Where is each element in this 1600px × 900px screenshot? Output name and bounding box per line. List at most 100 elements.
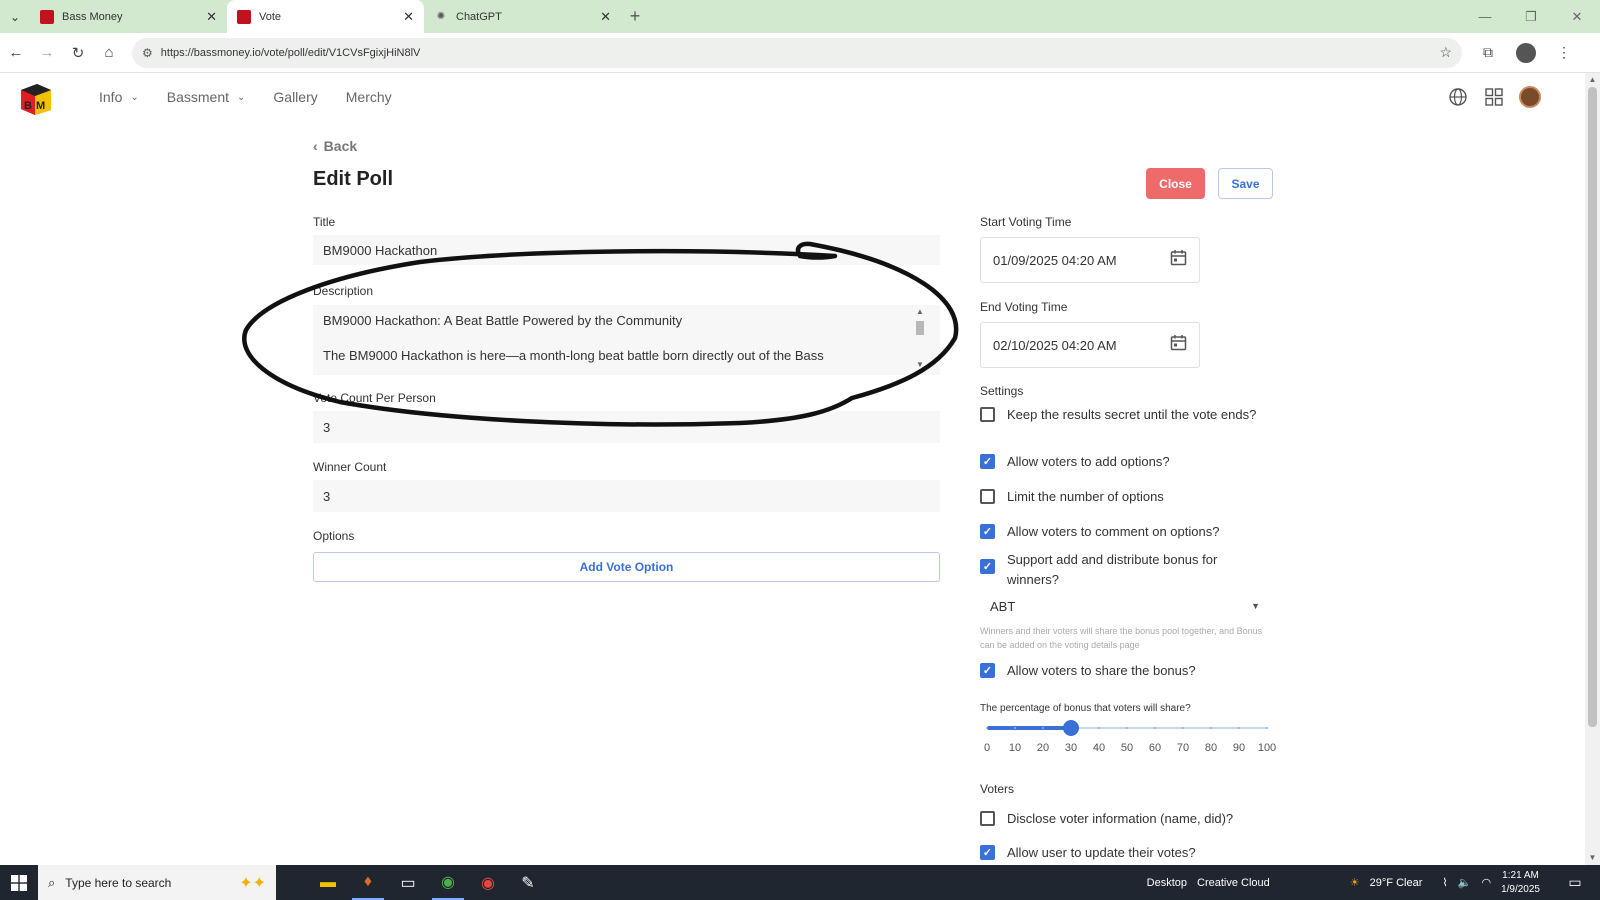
page-scrollbar[interactable]: ▲ ▼	[1585, 73, 1600, 865]
tab-vote[interactable]: Vote ✕	[227, 0, 424, 33]
setting-allow-comments[interactable]: ✓ Allow voters to comment on options?	[980, 522, 1270, 542]
checkbox[interactable]	[980, 489, 995, 504]
setting-bonus-winners[interactable]: ✓ Support add and distribute bonus for w…	[980, 550, 1270, 590]
back-link[interactable]: ‹ Back	[313, 138, 357, 154]
nav-gallery[interactable]: Gallery	[273, 89, 317, 105]
bass-money-favicon	[40, 9, 54, 24]
tab-list-button[interactable]: ⌄	[0, 0, 30, 33]
profile-avatar[interactable]	[1512, 39, 1540, 67]
nav-bassment[interactable]: Bassment ⌄	[167, 89, 246, 105]
nav-info[interactable]: Info ⌄	[99, 89, 139, 105]
close-icon[interactable]: ✕	[403, 9, 414, 25]
main-nav: Info ⌄ Bassment ⌄ Gallery Merchy	[99, 89, 420, 105]
network-icon[interactable]: ⌇	[1442, 876, 1447, 889]
vote-count-input[interactable]: 3	[313, 411, 940, 443]
site-header: B M Info ⌄ Bassment ⌄ Gallery Merchy	[0, 73, 1585, 125]
scroll-up-icon[interactable]: ▲	[1585, 73, 1600, 87]
chrome-icon[interactable]: ◉	[432, 865, 464, 900]
scrollbar-thumb[interactable]	[1588, 87, 1597, 727]
reload-icon[interactable]: ↻	[63, 38, 93, 68]
scroll-down-icon[interactable]: ▼	[916, 360, 924, 369]
globe-icon[interactable]	[1447, 86, 1469, 108]
slider-fill	[987, 726, 1071, 730]
app-icon[interactable]: ♦	[352, 865, 384, 900]
checkbox[interactable]: ✓	[980, 559, 995, 574]
slider-tick-mark	[1098, 727, 1100, 729]
checkbox[interactable]	[980, 811, 995, 826]
scroll-up-icon[interactable]: ▲	[916, 307, 924, 316]
checkbox[interactable]: ✓	[980, 454, 995, 469]
address-bar[interactable]: ⚙ https://bassmoney.io/vote/poll/edit/V1…	[132, 37, 1462, 68]
calendar-icon[interactable]	[1170, 334, 1187, 356]
checkbox[interactable]: ✓	[980, 663, 995, 678]
settings-label: Settings	[980, 384, 1024, 398]
description-scrollbar[interactable]: ▲ ▼	[913, 307, 927, 369]
tab-bass-money[interactable]: Bass Money ✕	[30, 0, 227, 33]
tab-chatgpt[interactable]: ✺ ChatGPT ✕	[424, 0, 621, 33]
volume-icon[interactable]: 🔈	[1458, 876, 1472, 889]
bonus-token-select[interactable]: ABT ▼	[980, 594, 1270, 618]
checkbox[interactable]: ✓	[980, 524, 995, 539]
setting-limit-options[interactable]: Limit the number of options	[980, 487, 1270, 507]
bass-money-logo[interactable]: B M	[19, 82, 53, 116]
slider-tick-label: 90	[1232, 742, 1246, 754]
clock[interactable]: 1:21 AM 1/9/2025	[1501, 869, 1540, 897]
setting-share-bonus[interactable]: ✓ Allow voters to share the bonus?	[980, 661, 1270, 681]
menu-icon[interactable]: ⋮	[1550, 39, 1578, 67]
add-vote-option-button[interactable]: Add Vote Option	[313, 552, 940, 582]
title-input[interactable]: BM9000 Hackathon	[313, 235, 940, 265]
slider-tick-label: 0	[983, 742, 991, 754]
close-icon[interactable]: ✕	[600, 9, 611, 25]
windows-start-icon[interactable]	[0, 865, 38, 900]
chrome-icon[interactable]: ◉	[472, 865, 504, 900]
nav-label: Gallery	[273, 89, 318, 105]
terminal-icon[interactable]: ▭	[392, 865, 424, 900]
home-icon[interactable]: ⌂	[94, 38, 124, 68]
notification-icon[interactable]: ▭	[1560, 874, 1590, 891]
slider-thumb[interactable]	[1063, 720, 1079, 736]
site-info-icon[interactable]: ⚙	[142, 46, 153, 60]
close-icon[interactable]: ✕	[206, 9, 217, 25]
creative-cloud-label[interactable]: Creative Cloud	[1197, 877, 1270, 889]
end-voting-picker[interactable]: 02/10/2025 04:20 AM	[980, 322, 1200, 368]
setting-label: Allow voters to add options?	[1007, 454, 1170, 469]
close-button[interactable]: Close	[1146, 168, 1205, 199]
nav-merchy[interactable]: Merchy	[346, 89, 392, 105]
apps-grid-icon[interactable]	[1483, 86, 1505, 108]
minimize-icon[interactable]: —	[1462, 0, 1508, 33]
new-tab-button[interactable]: +	[621, 0, 649, 33]
nav-label: Bassment	[166, 89, 229, 105]
scroll-down-icon[interactable]: ▼	[1585, 851, 1600, 865]
start-voting-picker[interactable]: 01/09/2025 04:20 AM	[980, 237, 1200, 283]
voter-disclose-info[interactable]: Disclose voter information (name, did)?	[980, 809, 1270, 829]
voter-allow-update[interactable]: ✓ Allow user to update their votes?	[980, 843, 1270, 863]
bookmark-star-icon[interactable]: ☆	[1439, 44, 1452, 61]
taskbar-search[interactable]: ⌕ Type here to search ✦✦	[38, 865, 276, 900]
extensions-icon[interactable]: ⧉	[1474, 39, 1502, 67]
setting-keep-results-secret[interactable]: Keep the results secret until the vote e…	[980, 405, 1270, 425]
wifi-icon[interactable]: ◠	[1481, 876, 1491, 889]
setting-label: Support add and distribute bonus for win…	[1007, 552, 1218, 587]
slider-tick-mark	[1126, 727, 1128, 729]
back-arrow-icon[interactable]: ←	[1, 38, 31, 68]
slider-tick-label: 40	[1092, 742, 1106, 754]
checkbox[interactable]	[980, 407, 995, 422]
bass-money-favicon	[237, 9, 251, 24]
weather-text[interactable]: 29°F Clear	[1370, 877, 1423, 889]
close-window-icon[interactable]: ✕	[1554, 0, 1600, 33]
calendar-icon[interactable]	[1170, 249, 1187, 271]
header-actions	[1447, 86, 1541, 108]
save-button[interactable]: Save	[1218, 168, 1273, 199]
user-avatar[interactable]	[1519, 86, 1541, 108]
description-textarea[interactable]: BM9000 Hackathon: A Beat Battle Powered …	[313, 305, 940, 375]
winner-count-input[interactable]: 3	[313, 480, 940, 512]
file-explorer-icon[interactable]: ▬	[312, 865, 344, 900]
checkbox[interactable]: ✓	[980, 845, 995, 860]
app-icon[interactable]: ✎	[512, 865, 544, 900]
restore-icon[interactable]: ❐	[1508, 0, 1554, 33]
forward-arrow-icon[interactable]: →	[32, 38, 62, 68]
desktop-label[interactable]: Desktop	[1147, 877, 1187, 889]
setting-allow-add-options[interactable]: ✓ Allow voters to add options?	[980, 452, 1270, 472]
end-voting-label: End Voting Time	[980, 300, 1068, 314]
scrollbar-thumb[interactable]	[916, 321, 924, 335]
